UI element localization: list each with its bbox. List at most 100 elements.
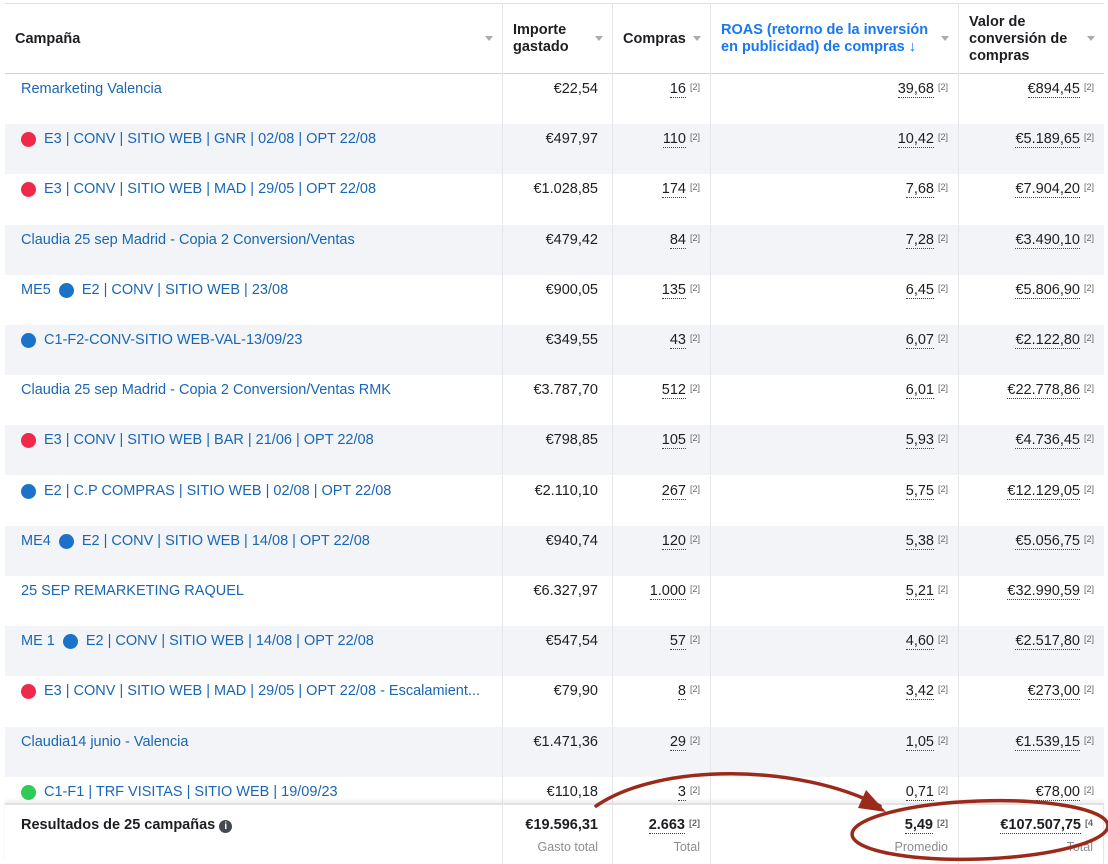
purchases-cell: 120 [2] <box>613 525 711 576</box>
spend-cell: €79,90 <box>503 676 613 727</box>
conversion-value-cell: €3.490,10 [2] <box>1015 231 1094 249</box>
campaign-name-link[interactable]: C1-F2-CONV-SITIO WEB-VAL-13/09/23 <box>44 332 302 348</box>
purchases-cell: 512 [2] <box>613 375 711 426</box>
table-row[interactable]: E3 | CONV | SITIO WEB | GNR | 02/08 | OP… <box>5 124 1104 175</box>
roas-cell: 1,05 [2] <box>711 726 959 777</box>
table-row[interactable]: 25 SEP REMARKETING RAQUEL €6.327,97 1.000[… <box>5 576 1104 626</box>
campaign-name-cell[interactable]: ME5 E2 | CONV | SITIO WEB | 23/08 <box>5 274 503 325</box>
campaign-name-cell[interactable]: Claudia 25 sep Madrid - Copia 2 Conversi… <box>5 375 503 426</box>
spend-cell: €940,74 <box>503 525 613 576</box>
spend-cell: €6.327,97 <box>503 576 613 626</box>
campaign-name-cell[interactable]: 25 SEP REMARKETING RAQUEL <box>5 576 503 626</box>
status-dot-icon <box>58 282 74 298</box>
campaign-name-cell[interactable]: E3 | CONV | SITIO WEB | GNR | 02/08 | OP… <box>5 124 503 175</box>
campaign-name-cell[interactable]: ME4 E2 | CONV | SITIO WEB | 14/08 | OPT 2… <box>5 525 503 576</box>
spend-cell: €22,54 <box>503 74 613 124</box>
table-row[interactable]: ME5 E2 | CONV | SITIO WEB | 23/08 €900,05 1… <box>5 274 1104 325</box>
purchases-cell: 174 [2] <box>613 174 711 225</box>
purchases-cell: 267 [2] <box>613 475 711 526</box>
table-row[interactable]: Claudia 25 sep Madrid - Copia 2 Conversi… <box>5 224 1104 275</box>
status-dot-icon <box>21 784 36 800</box>
campaign-name-link[interactable]: E3 | CONV | SITIO WEB | BAR | 21/06 | OP… <box>44 432 374 448</box>
roas-cell: 10,42 [2] <box>711 124 959 175</box>
table-row[interactable]: E2 | C.P COMPRAS | SITIO WEB | 02/08 | O… <box>5 475 1104 526</box>
status-dot-icon <box>21 483 36 499</box>
table-row[interactable]: Remarketing Valencia €22,54 16 [2] 39,68 [2] €… <box>5 74 1104 124</box>
spend-cell: €349,55 <box>503 325 613 375</box>
campaign-name-link[interactable]: 25 SEP REMARKETING RAQUEL <box>21 583 244 599</box>
campaign-name-cell[interactable]: E2 | C.P COMPRAS | SITIO WEB | 02/08 | O… <box>5 475 503 526</box>
campaign-name-link[interactable]: E3 | CONV | SITIO WEB | MAD | 29/05 | OP… <box>44 683 480 699</box>
campaign-name-link[interactable]: E2 | CONV | SITIO WEB | 14/08 | OPT 22/0… <box>86 633 374 649</box>
sort-caret-icon[interactable] <box>595 36 603 41</box>
purchases-cell: 8 [2] <box>613 676 711 727</box>
roas-cell: 5,75 [2] <box>711 475 959 526</box>
campaign-name-cell[interactable]: E3 | CONV | SITIO WEB | MAD | 29/05 | OP… <box>5 676 503 727</box>
info-icon[interactable]: i <box>219 820 233 833</box>
roas-cell: 6,01 [2] <box>711 375 959 426</box>
campaign-name-link[interactable]: E2 | CONV | SITIO WEB | 14/08 | OPT 22/0… <box>82 533 370 549</box>
conversion-value-cell: €5.189,65 [2] <box>1015 131 1094 149</box>
conversion-value-cell: €12.129,05 [2] <box>1007 482 1094 500</box>
campaign-name-cell[interactable]: Claudia 25 sep Madrid - Copia 2 Conversi… <box>5 224 503 275</box>
column-header-purchases[interactable]: Compras <box>613 4 711 74</box>
roas-cell: 7,68 [2] <box>711 174 959 225</box>
purchases-cell: 84 [2] <box>613 224 711 275</box>
sort-caret-icon[interactable] <box>1087 36 1095 41</box>
purchases-cell: 105 [2] <box>613 425 711 476</box>
campaign-name-link[interactable]: E3 | CONV | SITIO WEB | GNR | 02/08 | OP… <box>44 131 376 147</box>
campaign-name-cell[interactable]: E3 | CONV | SITIO WEB | MAD | 29/05 | OP… <box>5 174 503 225</box>
purchases-cell: 135 [2] <box>613 274 711 325</box>
campaign-name-link[interactable]: Claudia 25 sep Madrid - Copia 2 Conversi… <box>21 232 355 248</box>
table-row[interactable]: Claudia 25 sep Madrid - Copia 2 Conversi… <box>5 375 1104 426</box>
spend-cell: €547,54 <box>503 626 613 677</box>
column-header-spend[interactable]: Importe gastado <box>503 4 613 74</box>
purchases-cell: 29 [2] <box>613 726 711 777</box>
roas-cell: 4,60 [2] <box>711 626 959 677</box>
status-dot-icon <box>62 634 78 650</box>
campaign-name-link[interactable]: C1-F1 | TRF VISITAS | SITIO WEB | 19/09/… <box>44 784 338 800</box>
status-dot-icon <box>21 684 36 700</box>
campaign-prefix[interactable]: ME5 <box>21 282 51 298</box>
roas-cell: 5,38 [2] <box>711 525 959 576</box>
campaign-name-cell[interactable]: ME 1 E2 | CONV | SITIO WEB | 14/08 | OPT … <box>5 626 503 677</box>
sort-caret-icon[interactable] <box>941 36 949 41</box>
table-row[interactable]: C1-F2-CONV-SITIO WEB-VAL-13/09/23 €349,55… <box>5 325 1104 375</box>
results-summary-label: Resultados de 25 campañas i <box>5 805 503 864</box>
table-row[interactable]: E3 | CONV | SITIO WEB | MAD | 29/05 | OP… <box>5 676 1104 727</box>
table-header: Campaña Importe gastado Compras ROAS (re… <box>5 3 1104 74</box>
column-header-conversion-value[interactable]: Valor de conversión de compras <box>959 4 1104 74</box>
campaign-name-cell[interactable]: Remarketing Valencia <box>5 74 503 124</box>
roas-cell: 39,68 [2] <box>711 74 959 124</box>
table-row[interactable]: Claudia14 junio - Valencia €1.471,36 29 [2]… <box>5 726 1104 777</box>
campaign-name-link[interactable]: Claudia 25 sep Madrid - Copia 2 Conversi… <box>21 382 391 398</box>
table-row[interactable]: E3 | CONV | SITIO WEB | MAD | 29/05 | OP… <box>5 174 1104 225</box>
conversion-value-cell: €2.122,80 [2] <box>1015 332 1094 349</box>
campaign-name-link[interactable]: E2 | CONV | SITIO WEB | 23/08 <box>82 282 288 298</box>
status-dot-icon <box>21 433 36 449</box>
sort-caret-icon[interactable] <box>485 36 493 41</box>
campaign-name-cell[interactable]: E3 | CONV | SITIO WEB | BAR | 21/06 | OP… <box>5 425 503 476</box>
table-footer-totals: Resultados de 25 campañas i €19.596,31 Ga… <box>5 803 1104 864</box>
column-header-campaign[interactable]: Campaña <box>5 4 503 74</box>
sort-caret-icon[interactable] <box>693 36 701 41</box>
total-conversion-value: €107.507,75 [4 Total <box>959 805 1104 864</box>
roas-cell: 6,07 [2] <box>711 325 959 375</box>
campaign-name-link[interactable]: Remarketing Valencia <box>21 81 162 97</box>
campaign-prefix[interactable]: ME 1 <box>21 633 55 649</box>
campaign-prefix[interactable]: ME4 <box>21 533 51 549</box>
campaign-name-link[interactable]: Claudia14 junio - Valencia <box>21 734 188 750</box>
spend-cell: €497,97 <box>503 124 613 175</box>
campaign-name-cell[interactable]: Claudia14 junio - Valencia <box>5 726 503 777</box>
table-row[interactable]: ME 1 E2 | CONV | SITIO WEB | 14/08 | OPT … <box>5 626 1104 677</box>
table-row[interactable]: E3 | CONV | SITIO WEB | BAR | 21/06 | OP… <box>5 425 1104 476</box>
campaign-name-link[interactable]: E3 | CONV | SITIO WEB | MAD | 29/05 | OP… <box>44 181 376 197</box>
column-header-roas[interactable]: ROAS (retorno de la inversión en publici… <box>711 4 959 74</box>
campaign-name-cell[interactable]: C1-F2-CONV-SITIO WEB-VAL-13/09/23 <box>5 325 503 375</box>
purchases-cell: 57 [2] <box>613 626 711 677</box>
table-row[interactable]: ME4 E2 | CONV | SITIO WEB | 14/08 | OPT 2… <box>5 525 1104 576</box>
roas-cell: 6,45 [2] <box>711 274 959 325</box>
status-dot-icon <box>58 533 74 549</box>
conversion-value-cell: €22.778,86 [2] <box>1007 382 1094 400</box>
campaign-name-link[interactable]: E2 | C.P COMPRAS | SITIO WEB | 02/08 | O… <box>44 483 391 499</box>
